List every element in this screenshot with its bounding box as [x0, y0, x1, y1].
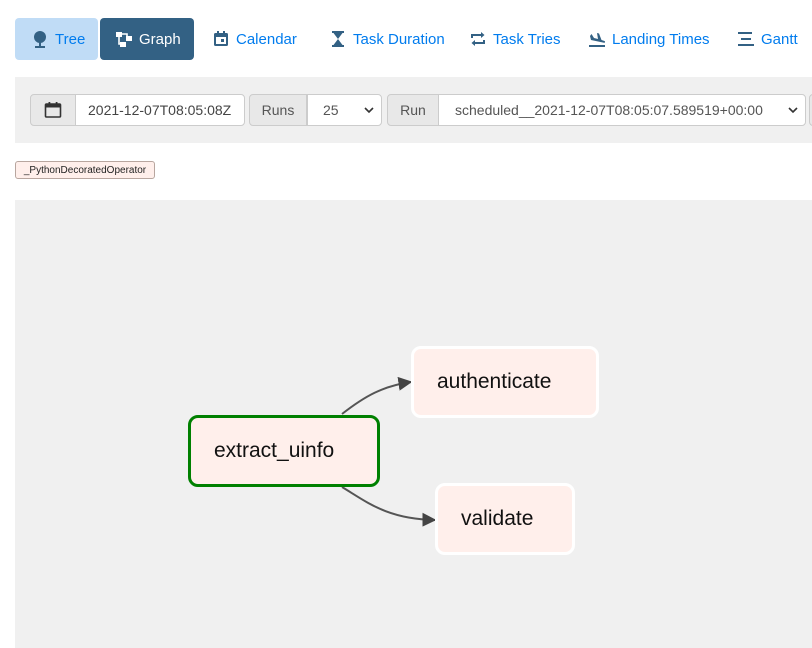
date-picker-button[interactable] [30, 94, 76, 126]
dag-graph-canvas[interactable]: extract_uinfo authenticate validate [15, 200, 812, 648]
chevron-down-icon [788, 107, 798, 114]
task-node-authenticate[interactable]: authenticate [411, 346, 599, 418]
calendar-icon [214, 31, 228, 46]
calendar-icon [44, 102, 62, 118]
view-tabs: Tree Graph Calendar Task Duration Task T… [15, 18, 812, 60]
hourglass-icon [332, 31, 344, 47]
tab-label: Gantt [761, 30, 798, 48]
base-date-value: 2021-12-07T08:05:08Z [88, 102, 232, 118]
graph-icon [116, 32, 132, 47]
graph-controls: 2021-12-07T08:05:08Z Runs 25 Run schedul… [15, 77, 812, 143]
tab-landing-times[interactable]: Landing Times [578, 18, 710, 60]
tree-icon [34, 31, 46, 48]
task-node-label: authenticate [437, 370, 552, 393]
run-select[interactable]: scheduled__2021-12-07T08:05:07.589519+00… [438, 94, 806, 126]
repeat-icon [471, 32, 485, 46]
tab-gantt[interactable]: Gantt [727, 18, 798, 60]
graph-edges [341, 376, 437, 527]
tab-label: Landing Times [612, 30, 710, 48]
task-node-validate[interactable]: validate [435, 483, 575, 555]
runs-select[interactable]: 25 [307, 94, 382, 126]
edge-extract-to-authenticate [341, 376, 413, 415]
plane-landing-icon [589, 33, 606, 47]
tab-label: Task Tries [493, 30, 561, 48]
task-node-label: validate [461, 507, 534, 530]
operator-legend-badge[interactable]: _PythonDecoratedOperator [15, 161, 155, 179]
operator-legend-label: _PythonDecoratedOperator [23, 164, 147, 176]
tab-tree[interactable]: Tree [15, 18, 98, 60]
tab-label: Graph [139, 30, 181, 48]
tab-label: Task Duration [353, 30, 445, 48]
run-select-value: scheduled__2021-12-07T08:05:07.589519+00… [455, 102, 763, 118]
run-label-text: Run [400, 102, 426, 118]
tab-label: Tree [55, 30, 86, 48]
tab-graph[interactable]: Graph [100, 18, 194, 60]
task-node-extract-uinfo[interactable]: extract_uinfo [188, 415, 380, 487]
tab-calendar[interactable]: Calendar [202, 18, 297, 60]
gantt-icon [738, 32, 754, 46]
task-node-label: extract_uinfo [214, 439, 335, 462]
runs-label-text: Runs [261, 102, 295, 118]
tab-label: Calendar [236, 30, 297, 48]
edge-extract-to-validate [341, 486, 437, 527]
base-date-input[interactable]: 2021-12-07T08:05:08Z [75, 94, 245, 126]
runs-select-value: 25 [323, 102, 339, 118]
tab-task-duration[interactable]: Task Duration [319, 18, 445, 60]
chevron-down-icon [364, 107, 374, 114]
tab-task-tries[interactable]: Task Tries [459, 18, 561, 60]
run-label: Run [387, 94, 439, 126]
runs-label: Runs [249, 94, 307, 126]
